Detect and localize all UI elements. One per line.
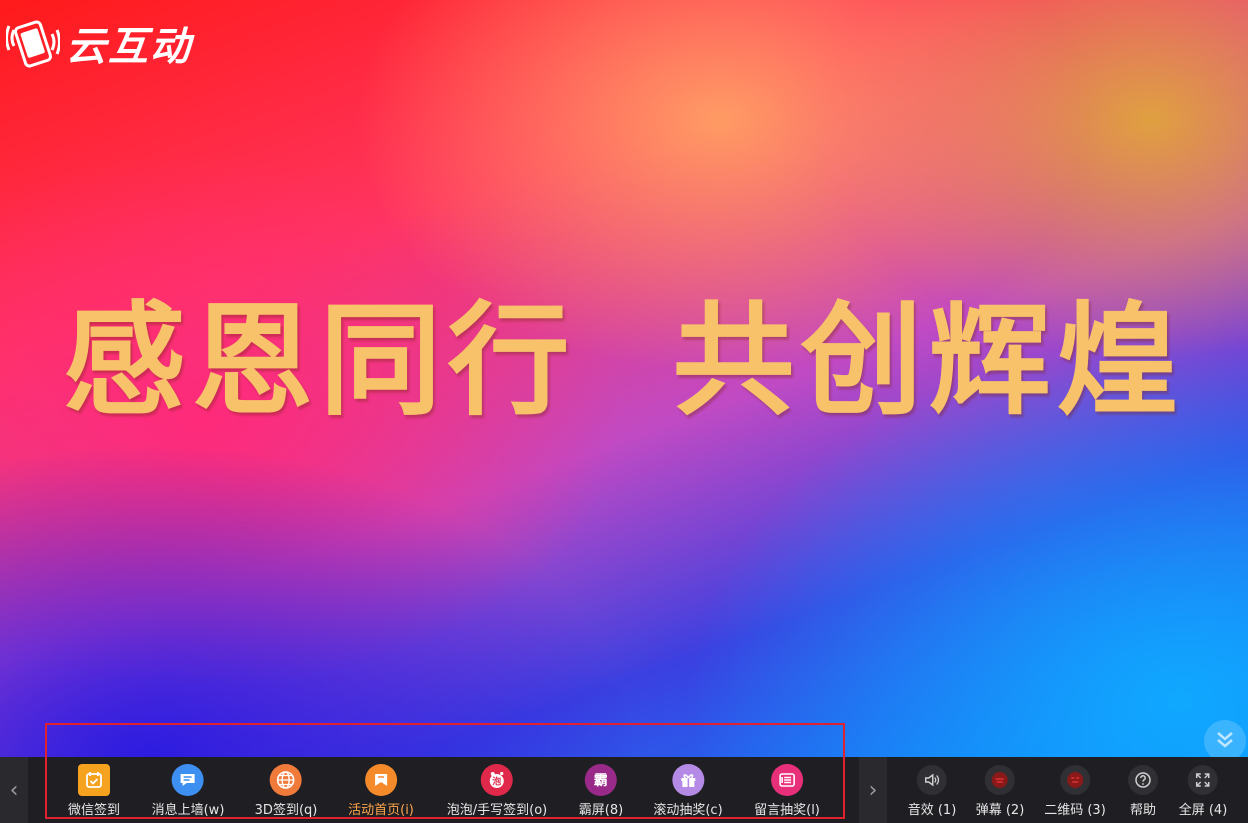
help-icon <box>1128 765 1158 795</box>
tool-qrcode[interactable]: 二维码 (3) <box>1044 757 1106 823</box>
tool-label: 留言抽奖(l) <box>754 803 820 818</box>
globe-icon <box>270 764 302 796</box>
brand-logo: 云互动 <box>6 14 192 72</box>
tool-label: 二维码 (3) <box>1044 803 1106 818</box>
brand-name: 云互动 <box>66 24 192 70</box>
home-flag-icon <box>364 764 397 796</box>
gift-icon <box>671 764 704 796</box>
tool-danmaku[interactable]: 弹幕 (2) <box>975 757 1025 823</box>
fullscreen-icon <box>1188 765 1218 795</box>
speaker-icon <box>917 765 947 795</box>
tool-help[interactable]: 帮助 <box>1128 757 1158 823</box>
tool-3d-signin[interactable]: 3D签到(q) <box>254 757 318 823</box>
calendar-check-icon <box>77 764 110 796</box>
tool-bubble-handwrite-signin[interactable]: 泡 泡泡/手写签到(o) <box>447 757 547 823</box>
double-chevron-down-icon <box>1214 728 1236 754</box>
tool-ba-screen[interactable]: 霸 霸屏(8) <box>579 757 623 823</box>
toolbar-prev-button[interactable]: ‹ <box>0 757 28 823</box>
bubble-pen-icon: 泡 <box>480 764 513 796</box>
feature-toolbar: 微信签到 消息上墙(w) 3D签到(q) 活动首页(i) 泡 泡泡/手写签到(o… <box>46 757 844 823</box>
danmaku-icon <box>985 765 1015 795</box>
chevron-right-icon: › <box>868 777 878 803</box>
qrcode-icon <box>1060 765 1090 795</box>
stage-background: 云互动 感恩同行 共创辉煌 <box>0 0 1248 757</box>
tool-label: 滚动抽奖(c) <box>653 803 723 818</box>
slogan-title: 感恩同行 共创辉煌 <box>63 288 1185 432</box>
tool-label: 消息上墙(w) <box>151 803 225 818</box>
tool-activity-home[interactable]: 活动首页(i) <box>348 757 414 823</box>
tool-scroll-lottery[interactable]: 滚动抽奖(c) <box>653 757 723 823</box>
system-toolbar: 音效 (1) 弹幕 (2) 二维码 (3) 帮助 全屏 (4) <box>888 757 1248 823</box>
tool-label: 微信签到 <box>67 803 121 818</box>
collapse-toolbar-button[interactable] <box>1204 720 1246 757</box>
tool-label: 3D签到(q) <box>254 803 318 818</box>
tool-label: 帮助 <box>1129 803 1156 818</box>
svg-text:霸: 霸 <box>594 773 608 789</box>
tool-label: 音效 (1) <box>907 803 957 818</box>
message-list-icon <box>770 764 803 796</box>
svg-text:泡: 泡 <box>492 776 501 788</box>
chat-bubble-icon <box>172 764 204 796</box>
tool-label: 霸屏(8) <box>578 803 624 818</box>
phone-wave-icon <box>6 16 60 70</box>
tool-label: 全屏 (4) <box>1178 803 1228 818</box>
ba-screen-icon: 霸 <box>584 764 617 796</box>
tool-label: 活动首页(i) <box>348 803 414 818</box>
toolbar-next-button[interactable]: › <box>859 757 887 823</box>
tool-wechat-signin[interactable]: 微信签到 <box>68 757 120 823</box>
tool-message-lottery[interactable]: 留言抽奖(l) <box>754 757 820 823</box>
tool-sound[interactable]: 音效 (1) <box>907 757 957 823</box>
tool-message-wall[interactable]: 消息上墙(w) <box>151 757 225 823</box>
tool-fullscreen[interactable]: 全屏 (4) <box>1178 757 1228 823</box>
chevron-left-icon: ‹ <box>9 777 19 803</box>
tool-label: 泡泡/手写签到(o) <box>446 803 548 818</box>
tool-label: 弹幕 (2) <box>975 803 1025 818</box>
